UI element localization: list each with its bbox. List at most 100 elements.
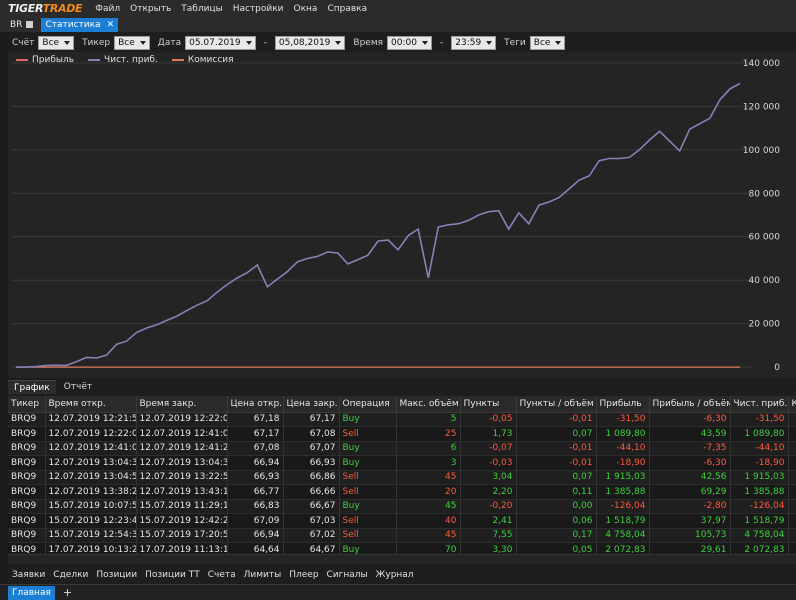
document-tab-bar: BR Статистика ✕: [0, 17, 796, 32]
table-cell: 0,07: [516, 426, 597, 442]
table-row[interactable]: BRQ9 12.07.2019 13:04:51 12.07.2019 13:22:…: [8, 470, 796, 485]
menu-file[interactable]: Файл: [90, 4, 125, 14]
column-header[interactable]: Тикер: [8, 396, 46, 413]
table-cell: 67,08: [283, 426, 340, 442]
table-cell: 45: [396, 470, 461, 485]
table-row[interactable]: BRQ9 12.07.2019 12:41:07 12.07.2019 12:41:…: [8, 441, 796, 456]
column-header[interactable]: Ком: [788, 396, 796, 413]
add-workspace-button[interactable]: +: [63, 586, 72, 599]
table-row[interactable]: BRQ9 17.07.2019 10:13:28 17.07.2019 11:13:…: [8, 542, 796, 554]
table-cell: Sell: [339, 528, 397, 543]
date-label: Дата: [157, 38, 182, 48]
bottom-tab[interactable]: Лимиты: [240, 570, 286, 580]
table-cell: -2,80: [649, 499, 731, 514]
table-cell: -18,90: [730, 455, 789, 471]
table-cell: -44,10: [596, 441, 650, 456]
table-cell: [788, 513, 796, 529]
table-cell: [788, 470, 796, 485]
tab-chart[interactable]: График: [8, 380, 56, 394]
column-header[interactable]: Прибыль: [596, 396, 650, 413]
column-header[interactable]: Пункты / объём: [516, 396, 597, 413]
menu-tables[interactable]: Таблицы: [176, 4, 227, 14]
time-from-field[interactable]: 00:00: [387, 36, 432, 50]
close-icon[interactable]: ✕: [107, 20, 115, 30]
table-row[interactable]: BRQ9 12.07.2019 13:38:25 12.07.2019 13:43:…: [8, 484, 796, 500]
tab-report[interactable]: Отчёт: [58, 380, 98, 394]
ticker-select[interactable]: Все: [114, 36, 150, 50]
bottom-tab[interactable]: Позиции ТТ: [141, 570, 204, 580]
table-cell: 12.07.2019 13:04:30: [45, 455, 137, 471]
column-header[interactable]: Время откр.: [45, 396, 137, 413]
table-row[interactable]: BRQ9 15.07.2019 12:23:46 15.07.2019 12:42:…: [8, 513, 796, 529]
workspace-tab-main[interactable]: Главная: [8, 585, 55, 600]
column-header[interactable]: Прибыль / объём: [649, 396, 731, 413]
bottom-tab[interactable]: Позиции: [92, 570, 141, 580]
table-cell: 64,64: [227, 542, 284, 554]
table-cell: 12.07.2019 13:22:55: [136, 470, 228, 485]
square-icon: [26, 21, 34, 28]
date-to-picker[interactable]: 05,08,2019: [274, 36, 346, 50]
table-cell: 12.07.2019 13:04:36: [136, 455, 228, 471]
bottom-tab[interactable]: Журнал: [372, 570, 418, 580]
column-header[interactable]: Время закр.: [136, 396, 228, 413]
table-cell: -31,50: [730, 412, 789, 427]
y-tick-label: 100 000: [743, 146, 780, 156]
table-cell: 105,73: [649, 528, 731, 543]
menu-help[interactable]: Справка: [322, 4, 372, 14]
horizontal-scrollbar[interactable]: [8, 554, 796, 564]
table-cell: [788, 499, 796, 514]
account-select[interactable]: Все: [38, 36, 75, 50]
tab-br[interactable]: BR: [0, 20, 37, 30]
column-header[interactable]: Пункты: [460, 396, 517, 413]
bottom-tab[interactable]: Сделки: [49, 570, 92, 580]
left-strip: [0, 32, 8, 584]
legend-label-net-profit: Чист. приб.: [104, 55, 158, 65]
bottom-tab[interactable]: Заявки: [8, 570, 49, 580]
table-row[interactable]: BRQ9 12.07.2019 12:21:51 12.07.2019 12:22:…: [8, 412, 796, 427]
bottom-tab[interactable]: Сигналы: [323, 570, 372, 580]
column-header[interactable]: Цена откр.: [227, 396, 284, 413]
column-header[interactable]: Цена закр.: [283, 396, 340, 413]
tab-statistics[interactable]: Статистика ✕: [41, 17, 119, 32]
tags-select[interactable]: Все: [529, 36, 566, 50]
time-range-dash: -: [439, 38, 444, 48]
table-cell: 2,20: [460, 484, 517, 500]
table-cell: Buy: [339, 542, 397, 554]
table-cell: 15.07.2019 11:29:12: [136, 499, 228, 514]
bottom-tab[interactable]: Счета: [204, 570, 240, 580]
column-header[interactable]: Операция: [339, 396, 397, 413]
table-row[interactable]: BRQ9 12.07.2019 13:04:30 12.07.2019 13:04:…: [8, 455, 796, 471]
table-cell: [788, 412, 796, 427]
profit-chart[interactable]: 0 20 000 40 000 60 000 80 000 100 000 120 000 1…: [8, 52, 796, 378]
table-cell: BRQ9: [8, 441, 46, 456]
filter-toolbar: Счёт Все Тикер Все Дата 05.07.2019 - 05,…: [8, 34, 796, 52]
time-to-field[interactable]: 23:59: [451, 36, 497, 50]
table-cell: 6: [396, 441, 461, 456]
legend-swatch-profit: [16, 59, 28, 61]
table-cell: 5: [396, 412, 461, 427]
menu-windows[interactable]: Окна: [289, 4, 323, 14]
date-from-picker[interactable]: 05.07.2019: [185, 36, 256, 50]
table-row[interactable]: BRQ9 12.07.2019 12:22:01 12.07.2019 12:41:…: [8, 426, 796, 442]
time-label: Время: [353, 38, 384, 48]
table-cell: Sell: [339, 513, 397, 529]
y-tick-label: 0: [774, 363, 780, 373]
menu-open[interactable]: Открыть: [125, 4, 176, 14]
column-header[interactable]: Макс. объём: [396, 396, 461, 413]
table-cell: 2 072,83: [596, 542, 650, 554]
table-cell: -6,30: [649, 412, 731, 427]
table-row[interactable]: BRQ9 15.07.2019 10:07:59 15.07.2019 11:29:…: [8, 499, 796, 514]
app-logo: TIGERTRADE: [8, 2, 83, 15]
time-from-value: 00:00: [391, 38, 417, 48]
table-row[interactable]: BRQ9 15.07.2019 12:54:31 15.07.2019 17:20:…: [8, 528, 796, 543]
table-cell: -7,35: [649, 441, 731, 456]
table-cell: -0,01: [516, 441, 597, 456]
column-header[interactable]: Чист. приб.: [730, 396, 789, 413]
table-cell: 66,77: [227, 484, 284, 500]
table-cell: 66,93: [227, 470, 284, 485]
ticker-select-value: Все: [118, 38, 135, 48]
menu-settings[interactable]: Настройки: [228, 4, 289, 14]
chart-plot-area: 0 20 000 40 000 60 000 80 000 100 000 120 000 1…: [12, 59, 780, 373]
legend-label-commission: Комиссия: [187, 55, 234, 65]
bottom-tab[interactable]: Плеер: [285, 570, 322, 580]
